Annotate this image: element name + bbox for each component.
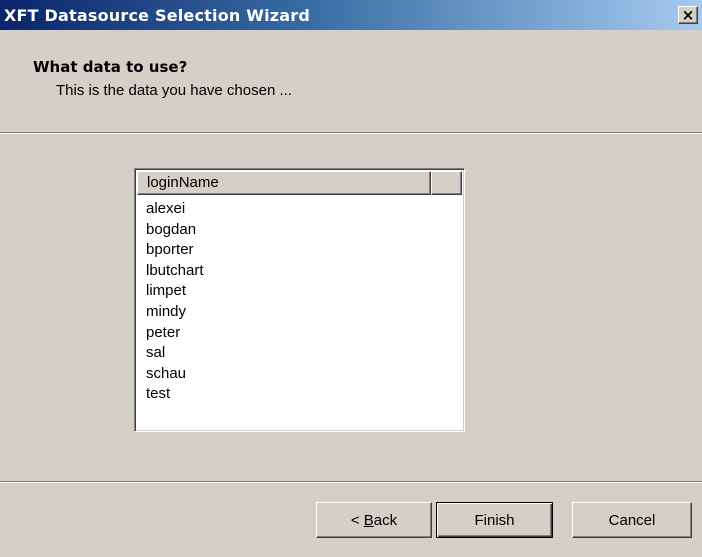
back-button[interactable]: < Back xyxy=(316,502,432,538)
cancel-button[interactable]: Cancel xyxy=(572,502,692,538)
cancel-button-label: Cancel xyxy=(608,511,656,529)
back-button-mnemonic: B xyxy=(363,511,374,529)
list-rows: alexei bogdan bporter lbutchart limpet m… xyxy=(146,199,204,405)
column-header-filler[interactable] xyxy=(431,171,462,195)
wizard-subheading: This is the data you have chosen ... xyxy=(56,82,292,99)
finish-button[interactable]: Finish xyxy=(436,502,553,538)
back-button-rest: ack xyxy=(373,511,398,529)
list-item[interactable]: limpet xyxy=(146,281,204,302)
data-list[interactable]: loginName alexei bogdan bporter lbutchar… xyxy=(134,168,465,432)
finish-button-label: Finish xyxy=(474,511,515,529)
list-item[interactable]: schau xyxy=(146,364,204,385)
list-item[interactable]: test xyxy=(146,384,204,405)
list-item[interactable]: sal xyxy=(146,343,204,364)
header-separator xyxy=(0,132,702,134)
list-item[interactable]: lbutchart xyxy=(146,261,204,282)
close-button[interactable]: × xyxy=(678,6,698,24)
column-header-loginname[interactable]: loginName xyxy=(137,171,431,195)
list-item[interactable]: mindy xyxy=(146,302,204,323)
window-title: XFT Datasource Selection Wizard xyxy=(4,6,311,25)
back-button-prefix: < xyxy=(350,511,364,529)
list-item[interactable]: alexei xyxy=(146,199,204,220)
close-icon: × xyxy=(681,5,695,24)
wizard-heading: What data to use? xyxy=(33,58,188,76)
list-header: loginName xyxy=(137,171,462,195)
list-item[interactable]: bporter xyxy=(146,240,204,261)
title-bar[interactable]: XFT Datasource Selection Wizard × xyxy=(0,0,702,30)
list-item[interactable]: bogdan xyxy=(146,220,204,241)
footer-separator xyxy=(0,481,702,483)
list-item[interactable]: peter xyxy=(146,323,204,344)
